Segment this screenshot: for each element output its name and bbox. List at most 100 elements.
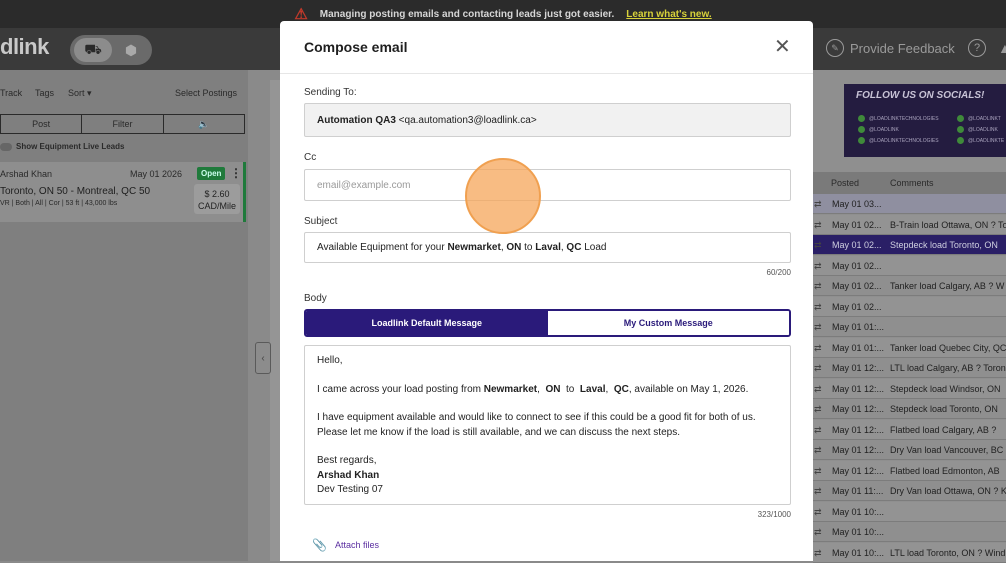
sound-icon[interactable]: 🔈	[162, 115, 244, 133]
row-action-icon[interactable]: ⇄	[814, 220, 822, 231]
row-action-icon[interactable]: ⇄	[814, 507, 822, 518]
row-action-icon[interactable]: ⇄	[814, 363, 822, 374]
provide-feedback-button[interactable]: ✎ Provide Feedback	[826, 39, 955, 57]
truck-mode-icon[interactable]: ⛟	[74, 38, 112, 62]
subject-input[interactable]: Available Equipment for your Newmarket, …	[304, 232, 791, 263]
table-row[interactable]: ⇄ May 01 01:... Tanker load Quebec City, Q…	[813, 337, 1006, 358]
profile-icon[interactable]: ▲	[998, 40, 1006, 56]
row-action-icon[interactable]: ⇄	[814, 527, 822, 538]
row-action-icon[interactable]: ⇄	[814, 445, 822, 456]
attach-files-label: Attach files	[334, 540, 379, 550]
table-row[interactable]: ⇄ May 01 11:... Dry Van load Ottawa, ON ? …	[813, 481, 1006, 501]
social-handle: @LOADLINKTECHNOLOGIES	[869, 138, 939, 144]
table-row[interactable]: ⇄ May 01 12:... Dry Van load Vancouver, BC	[813, 440, 1006, 460]
cc-input[interactable]: email@example.com	[304, 169, 791, 201]
social-banner[interactable]: FOLLOW US ON SOCIALS! @LOADLINKTECHNOLOG…	[844, 84, 1006, 157]
row-action-icon[interactable]: ⇄	[814, 281, 822, 292]
subject-label: Subject	[304, 216, 338, 227]
attach-files-button[interactable]: 📎 Attach files	[312, 538, 379, 552]
sort-dropdown[interactable]: Sort ▾	[68, 88, 92, 99]
social-handle: @LOADLINK	[869, 127, 899, 133]
filter-button[interactable]: Filter	[81, 115, 162, 133]
help-icon[interactable]: ?	[968, 39, 986, 57]
body-text: I have equipment available and would lik…	[317, 412, 756, 423]
posting-card[interactable]: Arshad Khan May 01 2026 Open ⋮ Toronto, …	[0, 162, 246, 222]
comments-cell: Dry Van load Ottawa, ON ? K	[890, 486, 1006, 496]
posted-cell: May 01 01:...	[832, 342, 885, 353]
posting-route: Toronto, ON 50 - Montreal, QC 50	[0, 186, 151, 197]
subject-origin-city: Newmarket	[447, 242, 501, 253]
table-row[interactable]: ⇄ May 01 12:... Flatbed load Calgary, AB ?	[813, 419, 1006, 440]
table-row[interactable]: ⇄ May 01 02...	[813, 255, 1006, 276]
mode-toggle[interactable]: ⛟ ⬢	[70, 35, 152, 65]
table-row[interactable]: ⇄ May 01 02... B-Train load Ottawa, ON ? T…	[813, 214, 1006, 235]
row-action-icon[interactable]: ⇄	[814, 199, 822, 210]
warning-icon: ⚠	[294, 5, 308, 23]
tags-link[interactable]: Tags	[35, 88, 54, 98]
app-logo[interactable]: dlink	[0, 34, 49, 60]
row-action-icon[interactable]: ⇄	[814, 466, 822, 477]
box-mode-icon[interactable]: ⬢	[114, 38, 148, 62]
equipment-leads-toggle[interactable]: Show Equipment Live Leads	[0, 142, 124, 151]
collapse-panel-icon[interactable]: ‹	[255, 342, 271, 374]
toggle-label: Show Equipment Live Leads	[16, 142, 125, 151]
table-row[interactable]: ⇄ May 01 10:...	[813, 522, 1006, 542]
subject-separator: ,	[500, 242, 504, 253]
tab-custom-message[interactable]: My Custom Message	[547, 311, 789, 335]
posted-cell: May 01 12:...	[832, 465, 885, 476]
table-row[interactable]: ⇄ May 01 12:... Stepdeck load Windsor, ON	[813, 378, 1006, 399]
post-button[interactable]: Post	[0, 115, 81, 133]
row-action-icon[interactable]: ⇄	[814, 343, 822, 354]
row-action-icon[interactable]: ⇄	[814, 384, 822, 395]
toggle-switch[interactable]	[0, 142, 12, 151]
banner-link[interactable]: Learn what's new.	[626, 9, 711, 20]
status-badge: Open	[197, 167, 226, 180]
body-textarea[interactable]: Hello, I came across your load posting f…	[304, 345, 791, 505]
table-row[interactable]: ⇄ May 01 12:... Flatbed load Edmonton, AB	[813, 460, 1006, 481]
track-link[interactable]: Track	[0, 88, 22, 98]
posted-cell: May 01 12:...	[832, 445, 885, 455]
comments-cell: Stepdeck load Toronto, ON	[890, 404, 998, 414]
row-action-icon[interactable]: ⇄	[814, 261, 822, 272]
body-text: I came across your load posting from	[317, 383, 484, 395]
row-action-icon[interactable]: ⇄	[814, 425, 822, 436]
table-row[interactable]: ⇄ May 01 12:... LTL load Calgary, AB ? Tor…	[813, 358, 1006, 378]
body-separator: ,	[537, 383, 543, 395]
comments-cell: Stepdeck load Toronto, ON	[890, 240, 998, 250]
recipient-email: <qa.automation3@loadlink.ca>	[398, 114, 537, 126]
feedback-label: Provide Feedback	[850, 40, 955, 56]
row-action-icon[interactable]: ⇄	[814, 302, 822, 313]
posted-cell: May 01 02...	[832, 240, 882, 250]
rate-box: $ 2.60 CAD/Mile	[194, 184, 240, 214]
table-row[interactable]: ⇄ May 01 12:... Stepdeck load Toronto, ON	[813, 399, 1006, 419]
comments-column-header[interactable]: Comments	[890, 178, 934, 188]
table-row[interactable]: ⇄ May 01 03...	[813, 194, 1006, 214]
comments-cell: Stepdeck load Windsor, ON	[890, 383, 1001, 394]
comments-cell: Tanker load Calgary, AB ? W	[890, 281, 1005, 291]
table-row[interactable]: ⇄ May 01 10:...	[813, 501, 1006, 522]
table-row[interactable]: ⇄ May 01 02... Stepdeck load Toronto, ON	[813, 235, 1006, 255]
body-label: Body	[304, 293, 327, 304]
row-action-icon[interactable]: ⇄	[814, 548, 822, 559]
banner-text: Managing posting emails and contacting l…	[319, 8, 615, 20]
row-action-icon[interactable]: ⇄	[814, 404, 822, 415]
click-indicator	[465, 158, 541, 234]
row-action-icon[interactable]: ⇄	[814, 486, 822, 497]
table-row[interactable]: ⇄ May 01 01:...	[813, 317, 1006, 337]
table-row[interactable]: ⇄ May 01 10:... LTL load Toronto, ON ? Win…	[813, 542, 1006, 563]
comments-cell: LTL load Calgary, AB ? Toron	[890, 363, 1006, 373]
table-row[interactable]: ⇄ May 01 02...	[813, 296, 1006, 317]
row-action-icon[interactable]: ⇄	[814, 322, 822, 333]
social-handle: @LOADLINKTE	[968, 138, 1005, 144]
poster-name: Arshad Khan	[0, 169, 53, 179]
posted-column-header[interactable]: Posted	[831, 178, 859, 188]
tab-default-message[interactable]: Loadlink Default Message	[306, 311, 548, 335]
table-row[interactable]: ⇄ May 01 02... Tanker load Calgary, AB ? W	[813, 276, 1006, 296]
modal-header: Compose email ✕	[280, 21, 813, 74]
select-postings-link[interactable]: Select Postings	[175, 88, 237, 98]
more-options-icon[interactable]: ⋮	[230, 166, 242, 180]
row-action-icon[interactable]: ⇄	[814, 240, 822, 251]
body-greeting: Hello,	[317, 355, 343, 366]
subject-origin-province: ON	[506, 242, 522, 253]
close-icon[interactable]: ✕	[774, 34, 791, 59]
